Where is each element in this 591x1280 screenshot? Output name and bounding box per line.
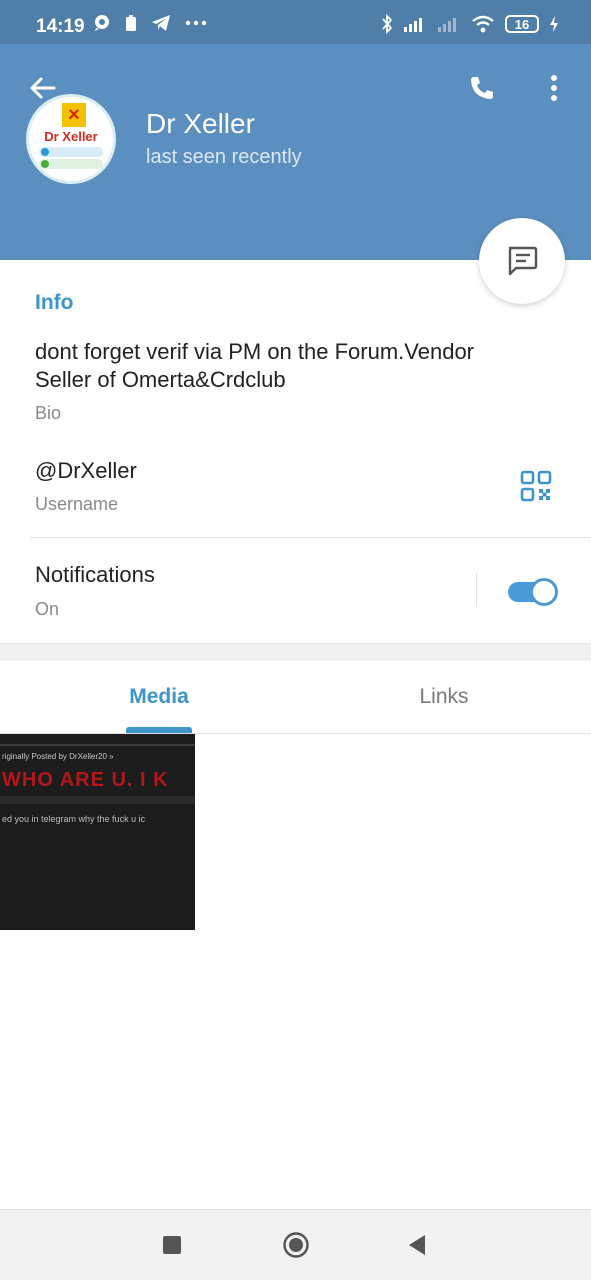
divider xyxy=(476,573,477,607)
avatar[interactable]: × Dr Xeller xyxy=(26,94,116,184)
username-caption: Username xyxy=(35,494,119,514)
wifi-icon xyxy=(472,15,494,33)
tab-media[interactable]: Media xyxy=(0,661,318,733)
media-thumbnail[interactable]: riginally Posted by DrXeller20 » WHO ARE… xyxy=(0,734,195,930)
thumbnail-text: riginally Posted by DrXeller20 » xyxy=(2,752,114,761)
status-bar: 14:19 16 xyxy=(0,0,591,44)
more-notifications-icon xyxy=(185,20,207,26)
call-button[interactable] xyxy=(462,68,502,108)
section-separator xyxy=(0,643,591,661)
status-time: 14:19 xyxy=(36,16,85,37)
home-button[interactable] xyxy=(283,1232,309,1258)
more-options-button[interactable] xyxy=(536,68,572,108)
thumbnail-heading: WHO ARE U. I K xyxy=(2,769,169,791)
system-navigation-bar xyxy=(0,1209,591,1280)
thumbnail-text: ed you in telegram why the fuck u ic xyxy=(2,814,146,824)
notifications-status: On xyxy=(35,599,60,619)
arrow-left-icon xyxy=(30,77,56,99)
bio-text: dont forget verif via PM on the Forum.Ve… xyxy=(35,339,475,392)
recents-button[interactable] xyxy=(163,1236,181,1254)
notifications-toggle[interactable] xyxy=(508,578,558,606)
thumbnail-band xyxy=(0,796,195,804)
signal-icon xyxy=(404,18,422,32)
telegram-icon xyxy=(41,148,49,156)
signal-weak-icon xyxy=(438,18,456,32)
phone-icon xyxy=(471,77,493,99)
info-section-title: Info xyxy=(35,291,74,314)
notifications-label[interactable]: Notifications xyxy=(35,562,155,588)
chat-bubble-icon xyxy=(95,15,109,31)
status-system-icons: 16 xyxy=(381,14,559,34)
bio-caption: Bio xyxy=(35,403,62,423)
tab-links[interactable]: Links xyxy=(296,661,591,733)
gear-icon xyxy=(41,160,49,168)
more-vertical-icon xyxy=(551,75,557,101)
avatar-text: Dr Xeller xyxy=(44,129,98,144)
toggle-knob xyxy=(530,578,558,606)
battery-notification-icon xyxy=(126,15,136,31)
thumbnail-header-strip xyxy=(0,744,195,746)
divider xyxy=(30,537,591,538)
profile-name: Dr Xeller xyxy=(146,108,255,139)
status-notification-icons xyxy=(93,14,207,32)
message-icon xyxy=(508,246,538,276)
message-button[interactable] xyxy=(479,218,565,304)
username-text[interactable]: @DrXeller xyxy=(35,458,137,484)
qr-code-button[interactable] xyxy=(520,470,552,502)
telegram-icon xyxy=(152,15,170,31)
charging-icon xyxy=(550,16,558,32)
battery-indicator: 16 xyxy=(505,15,539,33)
back-triangle-button[interactable] xyxy=(407,1233,427,1257)
qr-code-icon xyxy=(520,470,552,502)
profile-status: last seen recently xyxy=(146,146,302,168)
bluetooth-icon xyxy=(382,14,393,34)
avatar-logo-mark: × xyxy=(62,103,86,127)
